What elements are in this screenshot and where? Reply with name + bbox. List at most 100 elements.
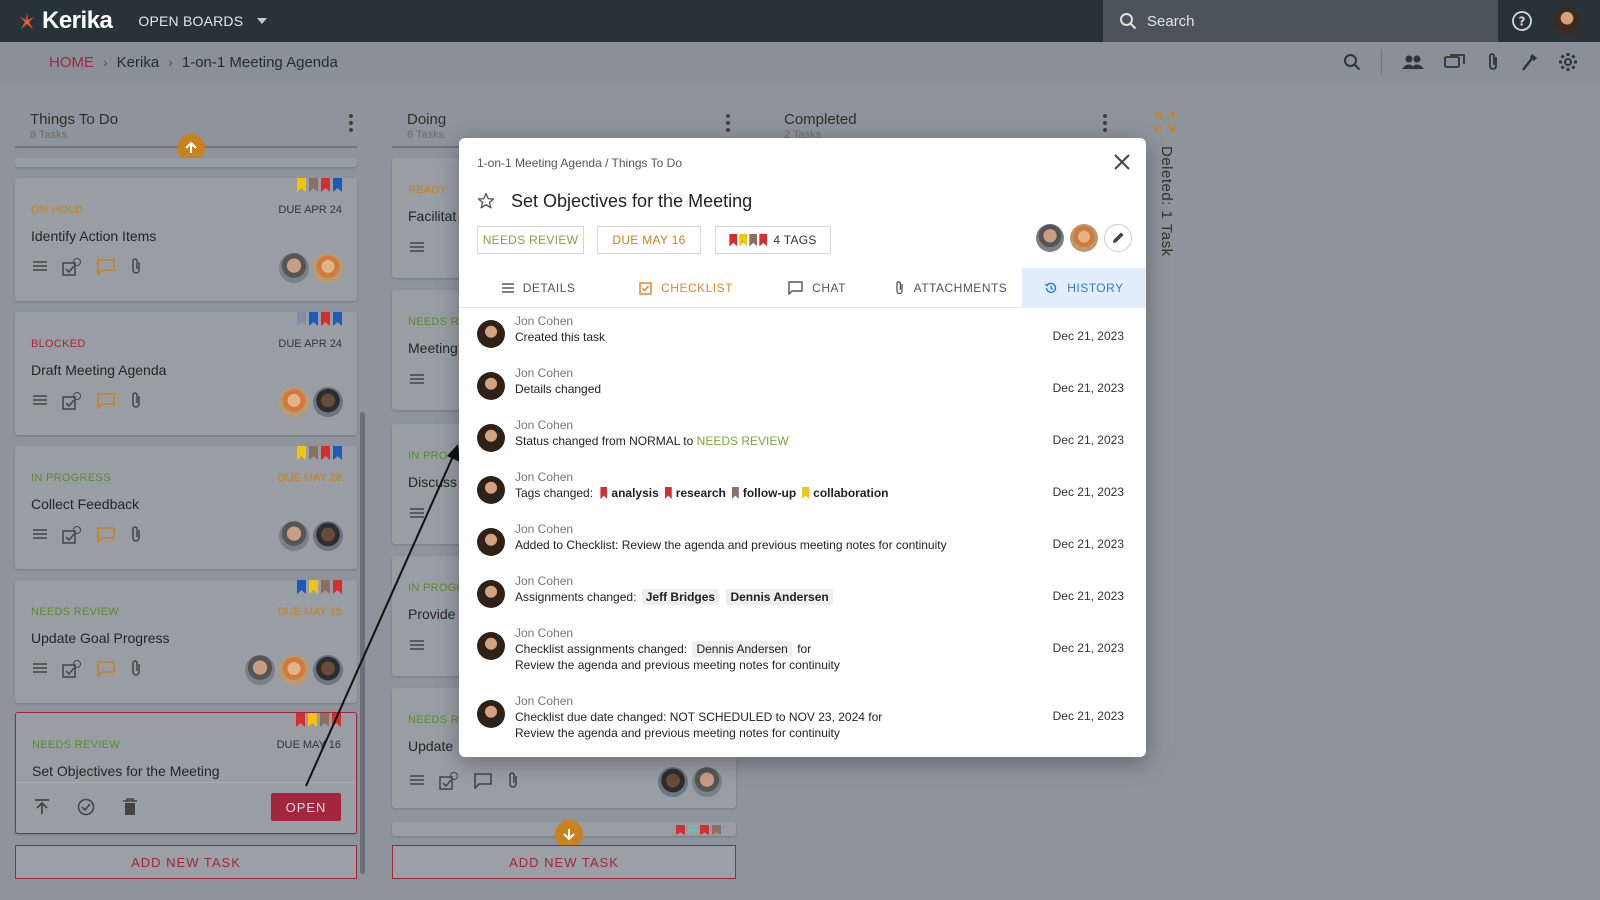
search-placeholder: Search	[1147, 12, 1195, 30]
tab-checklist[interactable]: CHECKLIST	[618, 268, 754, 308]
chevron-down-icon	[257, 18, 268, 24]
history-user: Jon Cohen	[515, 366, 574, 380]
tab-label: CHECKLIST	[661, 281, 733, 295]
tags-badge[interactable]: 4 TAGS	[715, 226, 831, 254]
history-date: Dec 21, 2023	[1052, 589, 1124, 603]
tag-flag-icon	[729, 233, 738, 247]
column-task-count: 6 Tasks	[407, 129, 445, 141]
history-text: Checklist assignments changed: Dennis An…	[515, 641, 840, 673]
breadcrumb: HOME › Kerika › 1-on-1 Meeting Agenda	[0, 42, 1600, 82]
history-text: Checklist due date changed: NOT SCHEDULE…	[515, 709, 882, 741]
move-to-top-icon[interactable]	[34, 799, 50, 815]
card-status: NEEDS REVIEW	[31, 606, 119, 618]
tab-details[interactable]: DETAILS	[459, 268, 618, 308]
card-due-date: DUE APR 24	[278, 204, 342, 216]
avatar	[477, 424, 505, 452]
tab-history[interactable]: HISTORY	[1021, 268, 1146, 308]
team-icon[interactable]	[1402, 54, 1424, 70]
column-menu-icon[interactable]	[726, 114, 730, 135]
avatar[interactable]	[1036, 224, 1064, 252]
open-boards-menu[interactable]: OPEN BOARDS	[138, 13, 268, 29]
avatar[interactable]	[1070, 224, 1098, 252]
card-icons	[33, 660, 142, 678]
tag-flag-icon	[664, 487, 672, 499]
history-prefix: Checklist assignments changed:	[515, 642, 688, 656]
tag-flags	[676, 825, 721, 835]
breadcrumb-separator-icon: ›	[168, 54, 173, 70]
add-task-button[interactable]: ADD NEW TASK	[392, 845, 736, 879]
history-date: Dec 21, 2023	[1052, 537, 1124, 551]
tag-name: collaboration	[813, 486, 889, 500]
modal-task-title[interactable]: Set Objectives for the Meeting	[511, 191, 752, 212]
tag-flag-icon	[321, 312, 330, 326]
details-icon	[410, 374, 424, 384]
complete-check-icon[interactable]	[77, 798, 95, 816]
card-status: IN PROGRESS	[31, 472, 111, 484]
history-suffix: for	[797, 642, 812, 656]
card-status: READY	[408, 184, 448, 196]
board-attachments-icon[interactable]	[1486, 52, 1500, 72]
card-status: BLOCKED	[31, 338, 86, 350]
tab-chat[interactable]: CHAT	[754, 268, 880, 308]
avatar	[477, 632, 505, 660]
toolbar-divider	[1381, 49, 1382, 75]
breadcrumb-home[interactable]: HOME	[49, 54, 94, 71]
checklist-icon	[639, 281, 652, 295]
star-icon[interactable]	[477, 192, 495, 210]
expand-icon[interactable]	[1155, 112, 1175, 132]
search-input[interactable]: Search	[1103, 0, 1498, 42]
app-logo-text: Kerika	[42, 7, 113, 34]
kerika-logo-icon	[20, 13, 34, 29]
checklist-icon	[62, 392, 81, 410]
board-toolbar	[1343, 42, 1578, 82]
status-badge[interactable]: NEEDS REVIEW	[477, 226, 584, 254]
help-icon[interactable]: ?	[1511, 10, 1533, 32]
chat-icon	[474, 773, 492, 789]
tag-flag-icon	[297, 312, 306, 326]
tag-flag-icon	[297, 178, 306, 192]
board-chat-icon[interactable]	[1444, 53, 1466, 71]
card-icons	[33, 526, 142, 544]
history-user: Jon Cohen	[515, 418, 574, 432]
avatar	[245, 655, 275, 685]
card-title: Identify Action Items	[31, 228, 157, 244]
history-text: Status changed from NORMAL to NEEDS REVI…	[515, 433, 789, 449]
deleted-tasks-label[interactable]: Deleted: 1 Task	[1158, 146, 1175, 257]
search-icon	[1120, 13, 1137, 30]
column-menu-icon[interactable]	[1103, 114, 1107, 135]
history-user: Jon Cohen	[515, 470, 574, 484]
attachment-icon	[895, 280, 903, 294]
tag-flag-icon	[688, 825, 697, 835]
scroll-down-button[interactable]	[555, 820, 583, 848]
card-title: Facilitat	[408, 208, 457, 224]
tab-attachments[interactable]: ATTACHMENTS	[880, 268, 1022, 308]
tag-flag-icon	[676, 825, 685, 835]
user-avatar[interactable]	[1553, 7, 1581, 35]
board-settings-wand-icon[interactable]	[1520, 52, 1538, 72]
column-menu-icon[interactable]	[349, 114, 353, 135]
tab-label: HISTORY	[1067, 281, 1124, 295]
task-card[interactable]: BLOCKED DUE APR 24 Draft Meeting Agenda	[15, 312, 357, 435]
checklist-icon	[62, 258, 81, 276]
app-logo[interactable]: Kerika	[18, 7, 113, 35]
add-task-button[interactable]: ADD NEW TASK	[15, 845, 357, 879]
close-icon[interactable]	[1112, 152, 1132, 172]
breadcrumb-org[interactable]: Kerika	[117, 54, 160, 71]
tag-flags	[297, 178, 342, 192]
trash-icon[interactable]	[123, 798, 137, 816]
history-text: Details changed	[515, 382, 602, 396]
card-title: Set Objectives for the Meeting	[32, 763, 220, 779]
top-bar: Kerika OPEN BOARDS Search ?	[0, 0, 1600, 42]
person-chip: Dennis Andersen	[692, 641, 792, 657]
board-search-icon[interactable]	[1343, 53, 1361, 71]
open-boards-label: OPEN BOARDS	[138, 13, 244, 29]
task-card[interactable]: ON HOLD DUE APR 24 Identify Action Items	[15, 178, 357, 301]
details-icon	[410, 242, 424, 252]
gear-icon[interactable]	[1558, 52, 1578, 72]
edit-assignees-button[interactable]	[1104, 224, 1132, 252]
details-icon	[501, 283, 514, 293]
tab-label: DETAILS	[522, 281, 576, 295]
pencil-icon	[1113, 232, 1124, 243]
due-date-badge[interactable]: DUE MAY 16	[597, 226, 701, 254]
open-task-button[interactable]: OPEN	[271, 793, 341, 821]
